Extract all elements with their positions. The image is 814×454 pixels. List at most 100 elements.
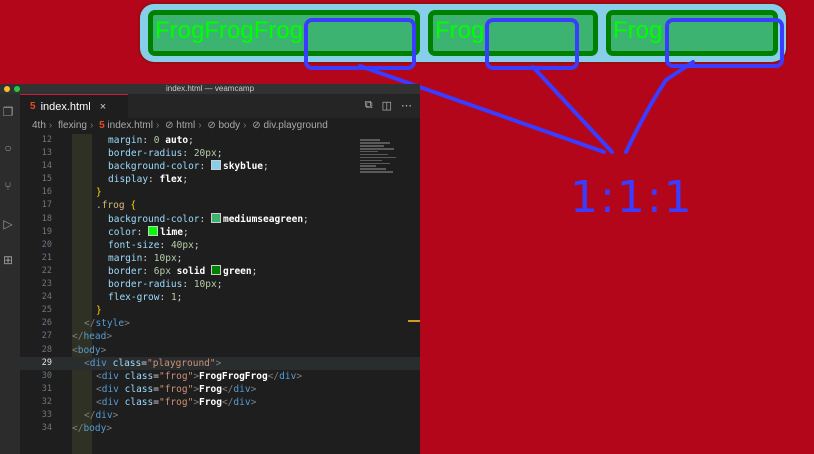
breadcrumb: 4th › flexing › 5 index.html › ⊘ html › ⊘ bo…: [32, 120, 328, 131]
code-token: div: [233, 383, 251, 395]
tab-label: index.html: [40, 100, 91, 113]
split-editor-icon[interactable]: ◫: [382, 99, 392, 112]
code-token: >: [215, 357, 222, 369]
line-number: 17: [41, 200, 52, 211]
code-line[interactable]: 34 </body>: [20, 422, 420, 435]
code-line[interactable]: 26 </style>: [20, 317, 420, 330]
code-line[interactable]: 19 color: lime;: [20, 225, 420, 239]
run-debug-icon[interactable]: ▷: [2, 218, 14, 230]
code-line[interactable]: 23 border-radius: 10px;: [20, 278, 420, 291]
code-line[interactable]: 28 <body>: [20, 344, 420, 357]
code-line[interactable]: 31 <div class="frog">Frog</div>: [20, 383, 420, 396]
code-line[interactable]: 32 <div class="frog">Frog</div>: [20, 396, 420, 409]
code-token: div: [89, 357, 107, 369]
breadcrumb-item[interactable]: index.html: [107, 120, 153, 131]
code-token: auto: [159, 135, 189, 146]
explorer-icon[interactable]: ❐: [2, 106, 14, 118]
color-swatch[interactable]: [148, 225, 159, 236]
code-line[interactable]: 30 <div class="frog">FrogFrogFrog</div>: [20, 370, 420, 383]
breadcrumb-item[interactable]: body: [218, 120, 240, 131]
line-number: 21: [41, 252, 52, 263]
code-token: Frog: [199, 383, 222, 395]
code-token: margin: [108, 135, 143, 146]
line-number: 22: [41, 265, 52, 276]
code-token: background-color: [108, 213, 200, 225]
more-actions-icon[interactable]: ⋯: [401, 99, 412, 112]
annotation-line: [624, 60, 695, 154]
code-token: 10px: [193, 279, 217, 291]
line-number: 13: [41, 148, 52, 159]
code-token: :: [142, 135, 154, 146]
color-swatch[interactable]: [210, 212, 221, 223]
code-token: border: [108, 265, 143, 277]
code-token: "frog": [158, 370, 194, 382]
code-token: </: [72, 423, 84, 435]
code-line[interactable]: 24 flex-grow: 1;: [20, 291, 420, 304]
code-line[interactable]: 18 background-color: mediumseagreen;: [20, 212, 420, 226]
code-line[interactable]: 29 <div class="playground">: [20, 356, 420, 370]
element-icon: ⊘: [165, 120, 174, 131]
code-token: }: [96, 305, 102, 317]
code-line[interactable]: 20 font-size: 40px;: [20, 239, 420, 252]
search-icon[interactable]: ○: [2, 142, 14, 154]
code-line[interactable]: 33 </div>: [20, 409, 420, 422]
code-token: ;: [216, 279, 223, 291]
code-token: ;: [303, 213, 309, 225]
code-token: "frog": [158, 383, 194, 395]
code-line[interactable]: 16}: [20, 186, 420, 199]
code-token: display: [108, 174, 149, 186]
element-icon: ⊘: [252, 120, 261, 131]
source-control-icon[interactable]: ⑂: [2, 180, 14, 192]
code-line[interactable]: 17 .frog {: [20, 199, 420, 212]
code-token: mediumseagreen: [222, 213, 304, 225]
minimize-button[interactable]: [4, 86, 10, 92]
breadcrumb-item[interactable]: html: [176, 120, 195, 131]
zoom-button[interactable]: [14, 86, 20, 92]
code-line[interactable]: 22 border: 6px solid green;: [20, 264, 420, 278]
breadcrumb-item[interactable]: 4th: [32, 120, 46, 131]
code-token: body: [77, 344, 101, 356]
code-token: 20px: [193, 148, 217, 160]
extensions-icon[interactable]: ⊞: [2, 254, 14, 266]
code-text: .frog {: [96, 199, 136, 212]
frog-box: FrogFrogFrog: [148, 10, 420, 56]
color-swatch[interactable]: [211, 264, 221, 275]
code-token: :: [148, 174, 160, 186]
code-token: border-radius: [108, 148, 183, 160]
code-token: {: [130, 200, 137, 212]
annotation-line: [531, 65, 614, 154]
code-text: border: 6px solid green;: [108, 264, 257, 278]
scrollbar-marker: [408, 320, 420, 322]
code-token: div: [233, 396, 251, 408]
code-token: :: [182, 279, 194, 291]
code-token: </: [267, 370, 280, 382]
color-swatch[interactable]: [210, 160, 221, 171]
code-token: >: [250, 383, 257, 395]
code-text: <div class="playground">: [84, 357, 221, 370]
code-token: >: [112, 409, 119, 421]
close-tab-button[interactable]: ×: [100, 101, 106, 113]
breadcrumb-item[interactable]: div.playground: [263, 120, 327, 131]
code-token: div: [101, 383, 119, 395]
code-token: 40px: [170, 239, 194, 251]
code-token: solid: [170, 265, 211, 277]
code-token: :: [182, 148, 194, 160]
code-token: Frog: [199, 396, 222, 408]
tab-index-html[interactable]: 5 index.html ×: [20, 94, 128, 118]
minimap[interactable]: [360, 138, 398, 184]
line-number: 12: [41, 135, 52, 145]
open-preview-icon[interactable]: ⧉: [365, 99, 373, 112]
code-token: class: [124, 396, 154, 408]
code-line[interactable]: 25}: [20, 304, 420, 317]
code-token: ;: [182, 226, 189, 238]
code-token: color: [108, 226, 137, 238]
tab-bar: 5 index.html × ⧉ ◫ ⋯: [20, 94, 420, 118]
code-token: </: [221, 396, 234, 408]
line-number: 26: [41, 318, 52, 329]
code-line[interactable]: 27 </head>: [20, 330, 420, 343]
code-token: ;: [176, 252, 183, 264]
breadcrumb-item[interactable]: flexing: [58, 120, 87, 131]
line-number: 18: [41, 213, 52, 224]
code-line[interactable]: 21 margin: 10px;: [20, 252, 420, 265]
code-token: div: [279, 370, 297, 382]
